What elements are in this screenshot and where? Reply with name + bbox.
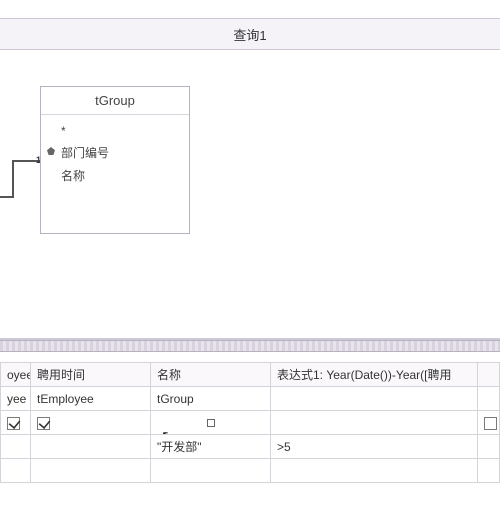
criteria-cell-stub[interactable] xyxy=(1,435,31,459)
show-cell-1[interactable] xyxy=(31,411,151,435)
query-titlebar: 查询1 xyxy=(0,18,500,50)
field-cell-2[interactable]: 名称 xyxy=(151,363,271,387)
or-cell-stub[interactable] xyxy=(1,459,31,483)
show-cell-3[interactable] xyxy=(271,411,478,435)
table-cell-2[interactable]: tGroup xyxy=(151,387,271,411)
table-relationship-pane[interactable]: 1 tGroup * 部门编号 名称 xyxy=(0,50,500,340)
grid-show-row: ↖ xyxy=(1,411,500,435)
mouse-cursor-icon: ↖ xyxy=(161,427,174,435)
qbe-grid[interactable]: oyee 聘用时间 名称 表达式1: Year(Date())-Year([聘用… xyxy=(0,362,500,483)
entity-field-name[interactable]: 名称 xyxy=(59,164,179,187)
entity-field-star[interactable]: * xyxy=(59,121,179,141)
table-cell-3[interactable] xyxy=(271,387,478,411)
or-cell-1[interactable] xyxy=(31,459,151,483)
grid-or-row xyxy=(1,459,500,483)
selection-handle[interactable] xyxy=(207,419,215,427)
criteria-cell-1[interactable] xyxy=(31,435,151,459)
show-checkbox-4[interactable] xyxy=(484,417,497,430)
grid-criteria-row: "开发部" >5 xyxy=(1,435,500,459)
criteria-cell-4[interactable] xyxy=(478,435,500,459)
show-checkbox-stub[interactable] xyxy=(7,417,20,430)
grid-table-row: yee tEmployee tGroup xyxy=(1,387,500,411)
query-title: 查询1 xyxy=(233,25,266,44)
show-cell-2[interactable]: ↖ xyxy=(151,411,271,435)
field-cell-4[interactable] xyxy=(478,363,500,387)
table-cell-1[interactable]: tEmployee xyxy=(31,387,151,411)
field-cell-stub[interactable]: oyee xyxy=(1,363,31,387)
criteria-cell-3[interactable]: >5 xyxy=(271,435,478,459)
field-cell-1[interactable]: 聘用时间 xyxy=(31,363,151,387)
grid-field-row: oyee 聘用时间 名称 表达式1: Year(Date())-Year([聘用 xyxy=(1,363,500,387)
or-cell-2[interactable] xyxy=(151,459,271,483)
entity-title: tGroup xyxy=(41,87,189,115)
show-cell-stub[interactable] xyxy=(1,411,31,435)
criteria-cell-2[interactable]: "开发部" xyxy=(151,435,271,459)
field-cell-3[interactable]: 表达式1: Year(Date())-Year([聘用 xyxy=(271,363,478,387)
pane-splitter[interactable] xyxy=(0,340,500,352)
or-cell-3[interactable] xyxy=(271,459,478,483)
or-cell-4[interactable] xyxy=(478,459,500,483)
show-checkbox-1[interactable] xyxy=(37,417,50,430)
show-cell-4[interactable] xyxy=(478,411,500,435)
table-cell-4[interactable] xyxy=(478,387,500,411)
entity-field-pk[interactable]: 部门编号 xyxy=(59,141,179,164)
table-entity-tgroup[interactable]: tGroup * 部门编号 名称 xyxy=(40,86,190,234)
relationship-line[interactable]: 1 xyxy=(0,160,40,210)
table-cell-stub[interactable]: yee xyxy=(1,387,31,411)
